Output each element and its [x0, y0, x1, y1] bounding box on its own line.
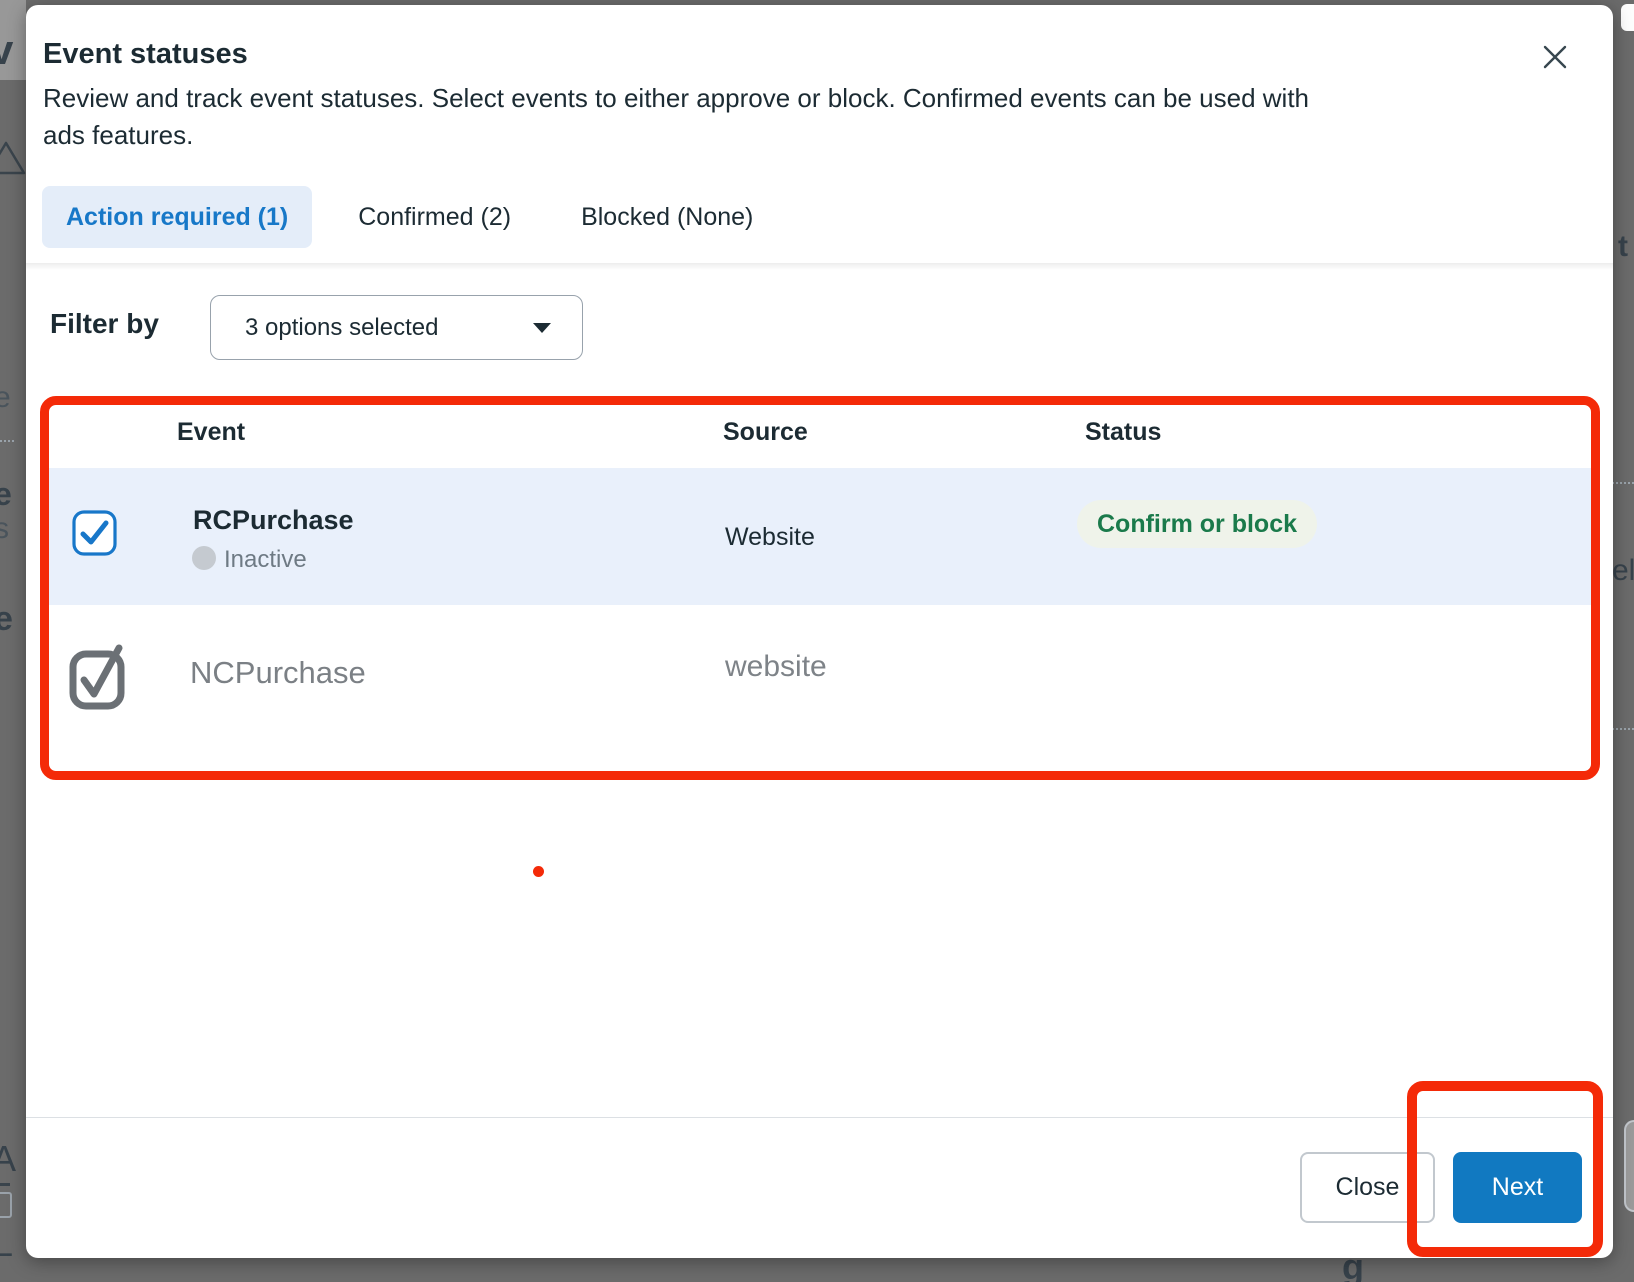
modal-header-shadow	[26, 263, 1613, 270]
background-button-fragment	[1624, 1120, 1634, 1212]
filter-dropdown[interactable]: 3 options selected	[210, 295, 583, 360]
event-source: website	[725, 650, 827, 684]
background-text-fragment: L	[0, 1226, 13, 1265]
row-checkbox-annotated[interactable]	[67, 642, 131, 710]
table-row[interactable]	[49, 468, 1591, 605]
inactive-status-dot	[192, 546, 216, 570]
tab-blocked[interactable]: Blocked (None)	[557, 186, 777, 248]
modal-description-line2: ads features.	[43, 117, 193, 153]
background-line-fragment	[0, 1183, 10, 1186]
event-name: NCPurchase	[190, 655, 366, 691]
status-tabs: Action required (1) Confirmed (2) Blocke…	[42, 186, 777, 248]
background-text-fragment: t	[1618, 230, 1628, 264]
tab-action-required[interactable]: Action required (1)	[42, 186, 312, 248]
next-button[interactable]: Next	[1453, 1152, 1582, 1223]
column-header-status: Status	[1085, 418, 1161, 447]
background-text-fragment: A	[0, 1138, 16, 1180]
event-status-label: Inactive	[224, 546, 307, 574]
background-text-fragment: e	[0, 600, 13, 639]
footer-divider	[26, 1117, 1613, 1118]
background-patch-top-right	[1621, 4, 1634, 31]
column-header-source: Source	[723, 418, 808, 447]
column-header-event: Event	[177, 418, 245, 447]
close-icon[interactable]	[1538, 40, 1572, 74]
background-text-fragment: e	[0, 476, 12, 513]
background-dotted-line	[0, 440, 14, 442]
modal-title: Event statuses	[43, 38, 248, 71]
background-text-fragment: el	[1612, 554, 1634, 588]
background-text-fragment: s	[0, 512, 9, 546]
filter-by-label: Filter by	[50, 308, 159, 340]
background-text-fragment: v	[0, 26, 13, 74]
modal-description-line1: Review and track event statuses. Select …	[43, 80, 1309, 116]
chevron-down-icon	[532, 322, 552, 334]
filter-dropdown-value: 3 options selected	[245, 314, 438, 342]
event-source: Website	[725, 523, 815, 552]
background-text-fragment: e	[0, 381, 11, 415]
close-button[interactable]: Close	[1300, 1152, 1435, 1223]
row-checkbox-checked[interactable]	[72, 510, 117, 556]
annotation-dot	[533, 866, 544, 877]
background-dotted-line	[1612, 728, 1634, 730]
background-dotted-line	[1612, 482, 1634, 484]
status-badge[interactable]: Confirm or block	[1077, 500, 1317, 548]
warning-triangle-icon-fragment	[0, 140, 26, 176]
background-box-fragment	[0, 1192, 12, 1218]
screen: v e e s e A L t el g Event statuses Revi…	[0, 0, 1634, 1282]
event-name: RCPurchase	[193, 505, 354, 536]
tab-confirmed[interactable]: Confirmed (2)	[334, 186, 535, 248]
